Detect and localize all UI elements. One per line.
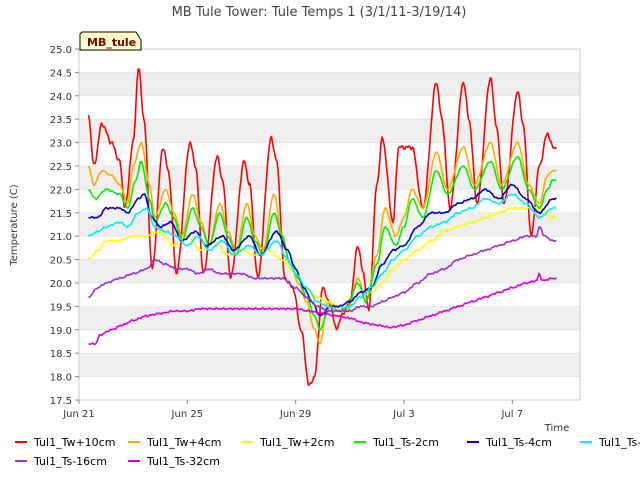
- y-tick-label: 18.0: [50, 373, 72, 384]
- y-tick-label: 17.5: [50, 396, 72, 407]
- y-tick-label: 23.5: [50, 115, 72, 126]
- legend-label: Tul1_Ts-16cm: [33, 455, 107, 468]
- y-tick-label: 21.5: [50, 209, 72, 220]
- y-tick-label: 18.5: [50, 349, 72, 360]
- legend-label: Tul1_Tw+4cm: [146, 436, 221, 449]
- x-tick-label: Jul 3: [392, 409, 415, 420]
- y-tick-label: 19.0: [50, 326, 72, 337]
- legend-label: Tul1_Ts-8cm: [598, 436, 640, 449]
- grid-band: [79, 329, 580, 354]
- chart-svg: MB Tule Tower: Tule Temps 1 (3/1/11-3/19…: [9, 5, 640, 468]
- x-tick-label: Jun 29: [279, 409, 312, 420]
- grid-band: [79, 142, 580, 166]
- grid-band: [79, 353, 580, 377]
- grid-band: [79, 376, 580, 400]
- y-axis-ticks: 17.5 18.0 18.5 19.0 19.5 20.0 20.5 21.0 21.5 22.0…: [50, 45, 79, 407]
- badge-label: MB_tule: [87, 36, 136, 49]
- x-tick-label: Jun 25: [171, 409, 204, 420]
- y-tick-label: 25.0: [50, 45, 72, 56]
- x-tick-label: Jul 7: [500, 409, 523, 420]
- grid-bands: [79, 48, 580, 401]
- x-tick-label: Jun 21: [62, 409, 95, 420]
- y-tick-label: 20.5: [50, 256, 72, 267]
- y-tick-label: 21.0: [50, 232, 72, 243]
- grid-band: [79, 49, 580, 73]
- station-badge: MB_tule: [79, 31, 142, 51]
- legend-label: Tul1_Ts-2cm: [372, 436, 439, 449]
- grid-band: [79, 72, 580, 96]
- legend: Tul1_Tw+10cm Tul1_Tw+4cm Tul1_Tw+2cm Tul1_T…: [15, 436, 640, 468]
- y-tick-label: 22.5: [50, 162, 72, 173]
- chart-title: MB Tule Tower: Tule Temps 1 (3/1/11-3/19…: [172, 5, 467, 20]
- grid-band: [79, 119, 580, 143]
- y-tick-label: 20.0: [50, 279, 72, 290]
- legend-label: Tul1_Tw+10cm: [33, 436, 115, 449]
- y-tick-label: 23.0: [50, 139, 72, 150]
- x-axis-label: Time: [544, 423, 569, 434]
- y-tick-label: 22.0: [50, 185, 72, 196]
- y-axis-label: Temperature (C): [9, 184, 20, 266]
- y-tick-label: 24.5: [50, 68, 72, 79]
- legend-label: Tul1_Tw+2cm: [259, 436, 334, 449]
- y-tick-label: 24.0: [50, 92, 72, 103]
- legend-label: Tul1_Ts-32cm: [146, 455, 220, 468]
- grid-band: [79, 95, 580, 120]
- y-tick-label: 19.5: [50, 302, 72, 313]
- x-axis-ticks: Jun 21 Jun 25 Jun 29 Jul 3 Jul 7: [62, 400, 523, 420]
- legend-label: Tul1_Ts-4cm: [485, 436, 552, 449]
